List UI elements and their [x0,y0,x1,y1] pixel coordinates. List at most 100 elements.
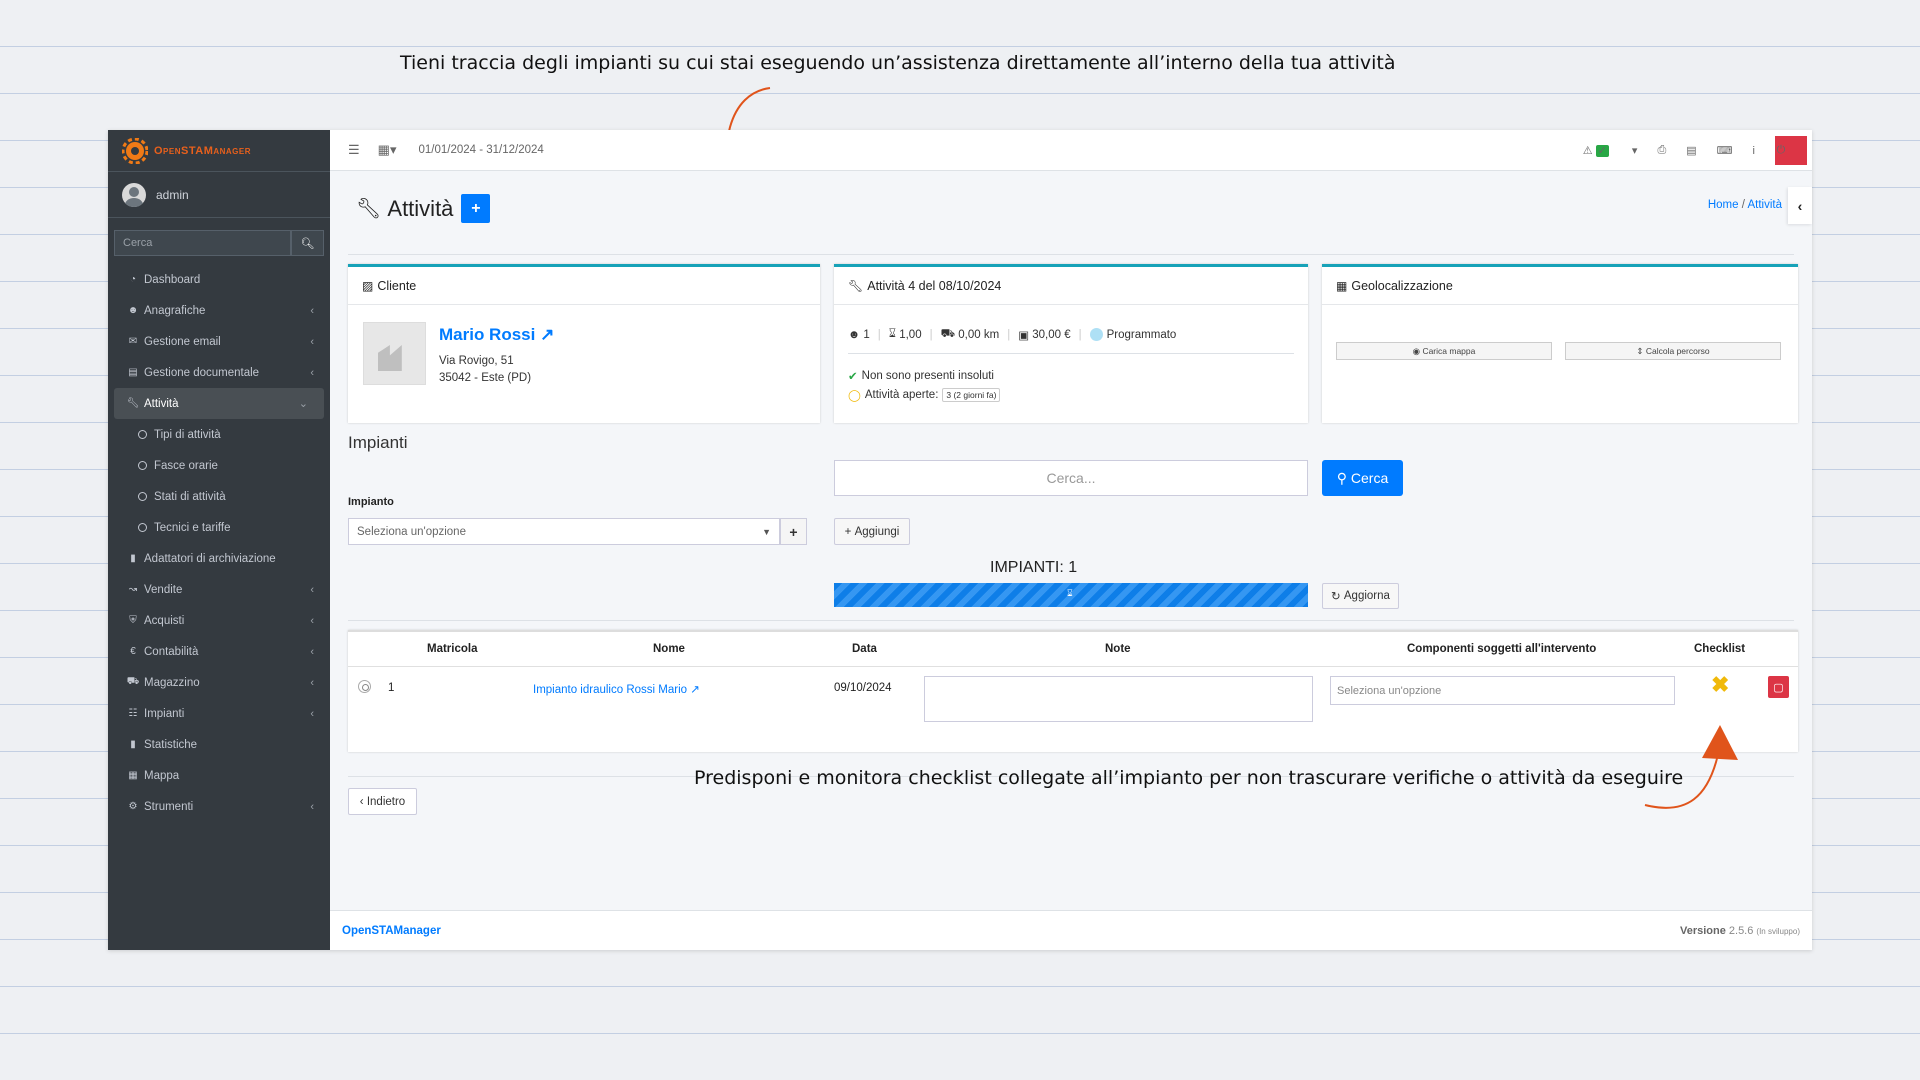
sidebar-item-vendite[interactable]: ↝ Vendite ‹ [108,574,330,605]
impianti-table: Matricola Nome Data Note Componenti sogg… [348,630,1798,752]
truck-icon: ⛟ [126,676,140,687]
app-window: OpenSTAManager admin 🔍︎ ◔Dashboard ☻Anag… [108,130,1812,950]
search-icon: 🔍︎ [300,237,315,250]
book-icon[interactable]: ▤ [1686,144,1696,157]
bar-chart-icon: ▮ [130,739,136,750]
user-icon: ☻ [848,328,861,341]
sidebar-item-attivita[interactable]: 🔧︎ Attività ⌄ [114,388,324,419]
sidebar-item-dashboard[interactable]: ◔ Dashboard [108,264,330,295]
calc-route-button[interactable]: ⇕ Calcola percorso [1565,342,1781,360]
footer: OpenSTAManager Versione 2.5.6 (In svilup… [330,910,1812,950]
main-content: 🔧︎ Attività + Home / Attività ‹ ▨ Cliente… [330,171,1812,910]
add-impianto-button[interactable]: + [780,518,807,545]
row-nome-link[interactable]: Impianto idraulico Rossi Mario ↗ [533,682,700,696]
sidebar-search-button[interactable]: 🔍︎ [291,230,324,256]
status-dot [1089,328,1103,341]
refresh-icon: ↻ [1331,591,1344,603]
sidebar-item-anagrafiche[interactable]: ☻ Anagrafiche ‹ [108,295,330,326]
row-matricola: 1 [388,682,395,694]
sidebar-item-adattatori[interactable]: ▮ Adattatori di archiviazione [108,543,330,574]
document-icon: ▤ [128,367,138,378]
external-link-icon: ↗ [690,684,700,696]
impianti-search-button[interactable]: ⚲ Cerca [1322,460,1403,496]
row-radio[interactable] [358,680,371,693]
collapse-panel-button[interactable]: ‹ [1788,187,1812,224]
row-componenti-select[interactable]: Seleziona un'opzione [1330,676,1675,705]
sidebar-item-strumenti[interactable]: ⚙ Strumenti ‹ [108,791,330,822]
sidebar-item-mappa[interactable]: ▦ Mappa [108,760,330,791]
map-marker-icon: ◉ [1412,345,1421,356]
check-icon: ✔ [848,371,858,383]
notifications-icon[interactable]: ⚠ ✓ ▾ [1583,144,1637,157]
chevron-left-icon: ‹ [310,304,314,317]
checklist-x-icon[interactable]: ✖ [1711,672,1729,698]
sidebar-item-acquisti[interactable]: ⛨ Acquisti ‹ [108,605,330,636]
aggiungi-button[interactable]: + Aggiungi [834,518,910,545]
impianto-select[interactable]: Seleziona un'opzione ▼ [348,518,780,545]
breadcrumb-current[interactable]: Attività [1747,199,1782,211]
row-note-textarea[interactable] [924,676,1313,722]
circle-icon [138,461,147,470]
client-name-link[interactable]: Mario Rossi ↗ [439,325,554,345]
aggiorna-button[interactable]: ↻ Aggiorna [1322,583,1399,609]
divider [848,353,1294,354]
impianti-progress-bar: ⌛︎ [834,583,1308,607]
chevron-left-icon: ‹ [310,583,314,596]
topbar-actions: ⚠ ✓ ▾ ⎙ ▤ ⌨ i ⏻ [1583,130,1812,171]
map-icon: ▦ [128,770,138,781]
breadcrumb-home[interactable]: Home [1708,199,1739,211]
add-button[interactable]: + [461,194,491,223]
keyboard-icon[interactable]: ⌨ [1717,144,1733,157]
chevron-left-icon: ‹ [310,800,314,813]
brand[interactable]: OpenSTAManager [108,130,330,172]
menu-toggle-icon[interactable]: ☰ [348,142,360,158]
chevron-left-icon: ‹ [310,366,314,379]
col-note: Note [1105,643,1131,655]
logout-button[interactable]: ⏻ [1775,136,1807,165]
sidebar-item-tecnici-tariffe[interactable]: Tecnici e tariffe [108,512,330,543]
delete-row-button[interactable]: ▢ [1768,676,1789,698]
sidebar: OpenSTAManager admin 🔍︎ ◔Dashboard ☻Anag… [108,130,330,950]
hourglass-icon: ⌛︎ [888,328,896,340]
wrench-icon: 🔧︎ [126,398,140,409]
loading-icon: ⌛︎ [1067,588,1073,598]
sidebar-item-statistiche[interactable]: ▮ Statistiche [108,729,330,760]
calendar-icon[interactable]: ▦▾ [378,142,397,158]
brand-name: OpenSTAManager [154,144,252,157]
user-panel[interactable]: admin [108,172,330,218]
sidebar-item-gestione-email[interactable]: ✉ Gestione email ‹ [108,326,330,357]
header-divider [348,666,1798,667]
card-attivita-header: 🔧︎ Attività 4 del 08/10/2024 [834,267,1308,305]
circle-icon [138,430,147,439]
sidebar-item-impianti[interactable]: ☷ Impianti ‹ [108,698,330,729]
chevron-left-icon: ‹ [310,676,314,689]
footer-brand-link[interactable]: OpenSTAManager [342,925,441,937]
wrench-icon: 🔧︎ [356,198,382,220]
sidebar-item-stati-attivita[interactable]: Stati di attività [108,481,330,512]
impianti-count: IMPIANTI: 1 [990,559,1078,576]
chevron-left-icon: ‹ [359,795,367,808]
caption-bottom: Predisponi e monitora checklist collegat… [694,767,1684,789]
impianti-search-input[interactable]: Cerca... [834,460,1308,496]
dashboard-icon: ◔ [129,274,137,285]
sidebar-item-fasce-orarie[interactable]: Fasce orarie [108,450,330,481]
sidebar-item-tipi-attivita[interactable]: Tipi di attività [108,419,330,450]
sidebar-search-input[interactable] [114,230,291,256]
load-map-button[interactable]: ◉ Carica mappa [1336,342,1552,360]
attivita-aperte-badge[interactable]: 3 (2 giorni fa) [942,388,1001,402]
attivita-aperte: ◯ Attività aperte: 3 (2 giorni fa) [848,388,1001,402]
circle-icon [138,523,147,532]
card-cliente: ▨ Cliente Mario Rossi ↗ Via Rovigo, 51 35… [348,264,820,423]
caption-top: Tieni traccia degli impianti su cui stai… [400,52,1396,74]
circle-icon [138,492,147,501]
sidebar-item-gestione-documentale[interactable]: ▤ Gestione documentale ‹ [108,357,330,388]
sidebar-item-magazzino[interactable]: ⛟ Magazzino ‹ [108,667,330,698]
divider [348,620,1794,621]
plus-icon: + [844,525,855,538]
back-button[interactable]: ‹ Indietro [348,788,417,815]
info-icon[interactable]: i [1753,145,1755,157]
date-range[interactable]: 01/01/2024 - 31/12/2024 [418,144,543,156]
sidebar-item-contabilita[interactable]: € Contabilità ‹ [108,636,330,667]
print-icon[interactable]: ⎙ [1657,144,1666,157]
chevron-left-icon: ‹ [310,614,314,627]
